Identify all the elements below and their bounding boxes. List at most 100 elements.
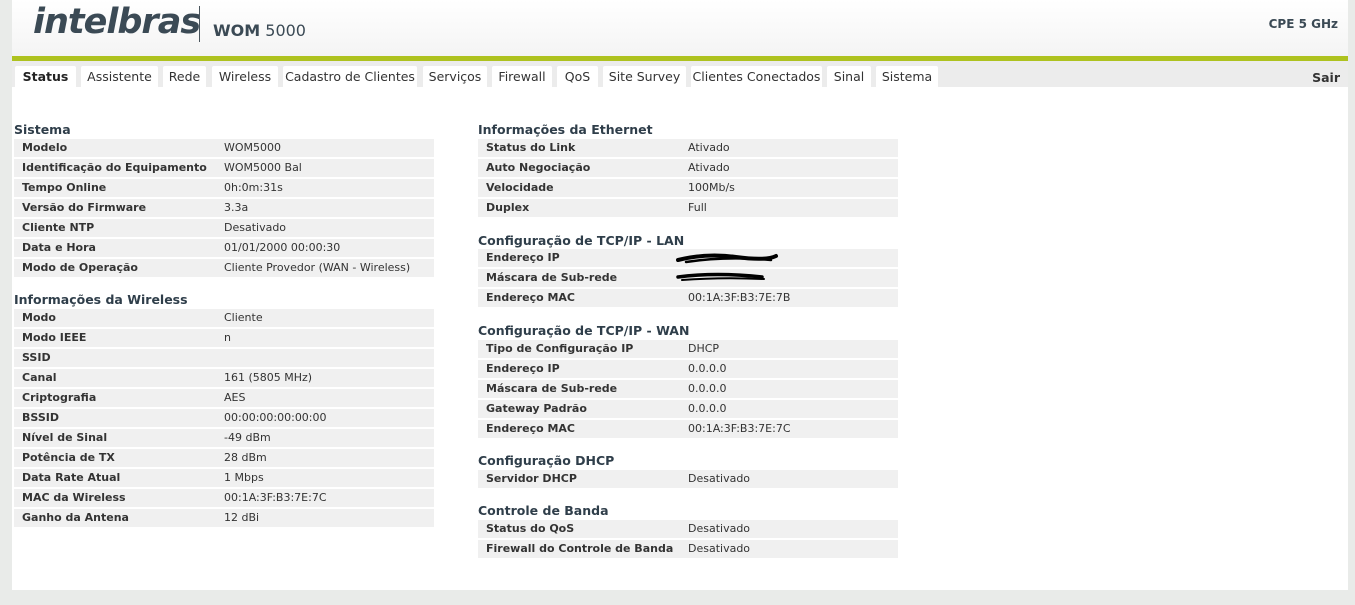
- row-value: DHCP: [688, 342, 720, 355]
- table-row: Status do Link Ativado: [478, 139, 898, 157]
- row-label: Ganho da Antena: [22, 511, 129, 524]
- table-ethernet: Status do Link Ativado Auto Negociação Ati…: [478, 139, 898, 219]
- section-title-wireless: Informações da Wireless: [14, 292, 188, 307]
- row-value: Desativado: [688, 472, 751, 485]
- row-label: Firewall do Controle de Banda: [486, 542, 674, 555]
- row-label: Velocidade: [486, 181, 554, 194]
- row-value: Cliente: [224, 311, 263, 324]
- row-value: Desativado: [688, 542, 751, 555]
- tab-servicos[interactable]: Serviços: [423, 66, 487, 87]
- row-label: Gateway Padrão: [486, 402, 587, 415]
- table-row: Ganho da Antena 12 dBi: [14, 509, 434, 527]
- row-value: 01/01/2000 00:00:30: [224, 241, 341, 254]
- table-row: Data e Hora 01/01/2000 00:00:30: [14, 239, 434, 257]
- row-label: Tempo Online: [22, 181, 107, 194]
- table-row: Servidor DHCP Desativado: [478, 470, 898, 488]
- row-value: 00:1A:3F:B3:7E:7C: [224, 491, 327, 504]
- section-title-ethernet: Informações da Ethernet: [478, 122, 653, 137]
- table-row: Status do QoS Desativado: [478, 520, 898, 538]
- tab-rede[interactable]: Rede: [163, 66, 206, 87]
- tab-cadastro-de-clientes[interactable]: Cadastro de Clientes: [283, 66, 417, 87]
- row-value: 12 dBi: [224, 511, 260, 524]
- table-row: Potência de TX 28 dBm: [14, 449, 434, 467]
- row-label: Endereço MAC: [486, 422, 576, 435]
- tab-site-survey[interactable]: Site Survey: [603, 66, 686, 87]
- row-value: WOM5000: [224, 141, 282, 154]
- table-row: Endereço IP: [478, 249, 898, 267]
- row-label: Modo: [22, 311, 56, 324]
- table-row: Endereço IP 0.0.0.0: [478, 360, 898, 378]
- table-row: Máscara de Sub-rede: [478, 269, 898, 287]
- redaction-scribble: [676, 272, 765, 281]
- logo-separator: [199, 6, 200, 42]
- table-row: Máscara de Sub-rede 0.0.0.0: [478, 380, 898, 398]
- cpe-label: CPE 5 GHz: [1268, 17, 1338, 31]
- row-label: BSSID: [22, 411, 59, 424]
- table-row: Auto Negociação Ativado: [478, 159, 898, 177]
- table-row: MAC da Wireless 00:1A:3F:B3:7E:7C: [14, 489, 434, 507]
- row-label: Status do QoS: [486, 522, 575, 535]
- row-value: 3.3a: [224, 201, 249, 214]
- row-value: 0.0.0.0: [688, 382, 727, 395]
- row-label: Identificação do Equipamento: [22, 161, 207, 174]
- row-value: Desativado: [224, 221, 287, 234]
- row-label: Criptografia: [22, 391, 97, 404]
- row-label: Cliente NTP: [22, 221, 95, 234]
- table-dhcp: Servidor DHCP Desativado: [478, 470, 898, 490]
- table-row: Modo IEEE n: [14, 329, 434, 347]
- table-banda: Status do QoS Desativado Firewall do Cont…: [478, 520, 898, 560]
- row-value: Cliente Provedor (WAN - Wireless): [224, 261, 411, 274]
- logout-link[interactable]: Sair: [1312, 70, 1340, 85]
- table-row: Criptografia AES: [14, 389, 434, 407]
- table-row: Modo Cliente: [14, 309, 434, 327]
- table-row: Tipo de Configuração IP DHCP: [478, 340, 898, 358]
- section-title-wan: Configuração de TCP/IP - WAN: [478, 323, 690, 338]
- table-row: SSID: [14, 349, 434, 367]
- tab-firewall[interactable]: Firewall: [492, 66, 552, 87]
- tab-clientes-conectados[interactable]: Clientes Conectados: [691, 66, 822, 87]
- table-row: Velocidade 100Mb/s: [478, 179, 898, 197]
- row-label: Canal: [22, 371, 57, 384]
- tab-sinal[interactable]: Sinal: [827, 66, 871, 87]
- table-row: BSSID 00:00:00:00:00:00: [14, 409, 434, 427]
- tab-wireless[interactable]: Wireless: [212, 66, 278, 87]
- row-value: 00:00:00:00:00:00: [224, 411, 327, 424]
- row-label: Servidor DHCP: [486, 472, 577, 485]
- table-row: Data Rate Atual 1 Mbps: [14, 469, 434, 487]
- row-value: AES: [224, 391, 246, 404]
- row-label: Endereço IP: [486, 362, 560, 375]
- table-row: Versão do Firmware 3.3a: [14, 199, 434, 217]
- table-sistema: Modelo WOM5000 Identificação do Equipamen…: [14, 139, 434, 279]
- table-row: Nível de Sinal -49 dBm: [14, 429, 434, 447]
- intelbras-logo: intelbras: [33, 2, 201, 42]
- row-value: -49 dBm: [224, 431, 271, 444]
- row-value: Desativado: [688, 522, 751, 535]
- row-value: 0.0.0.0: [688, 402, 727, 415]
- row-label: Endereço MAC: [486, 291, 576, 304]
- tab-status[interactable]: Status: [15, 66, 76, 87]
- row-value: Full: [688, 201, 707, 214]
- row-value: 0.0.0.0: [688, 362, 727, 375]
- tab-sistema[interactable]: Sistema: [876, 66, 938, 87]
- row-value: WOM5000 Bal: [224, 161, 302, 174]
- row-label: Máscara de Sub-rede: [486, 271, 618, 284]
- table-row: Gateway Padrão 0.0.0.0: [478, 400, 898, 418]
- row-value: Ativado: [688, 141, 730, 154]
- row-label: SSID: [22, 351, 51, 364]
- table-row: Firewall do Controle de Banda Desativado: [478, 540, 898, 558]
- table-lan: Endereço IP Máscara de Sub-rede Endereço…: [478, 249, 898, 309]
- row-label: Data Rate Atual: [22, 471, 121, 484]
- tab-qos[interactable]: QoS: [557, 66, 598, 87]
- table-row: Modo de Operação Cliente Provedor (WAN - …: [14, 259, 434, 277]
- tab-assistente[interactable]: Assistente: [81, 66, 158, 87]
- table-row: Canal 161 (5805 MHz): [14, 369, 434, 387]
- row-value: 28 dBm: [224, 451, 267, 464]
- row-label: Versão do Firmware: [22, 201, 147, 214]
- row-label: Modelo: [22, 141, 68, 154]
- row-label: Data e Hora: [22, 241, 96, 254]
- row-label: MAC da Wireless: [22, 491, 126, 504]
- row-label: Nível de Sinal: [22, 431, 108, 444]
- product-name-bold: WOM: [213, 21, 261, 40]
- row-value: 00:1A:3F:B3:7E:7B: [688, 291, 791, 304]
- row-value: 00:1A:3F:B3:7E:7C: [688, 422, 791, 435]
